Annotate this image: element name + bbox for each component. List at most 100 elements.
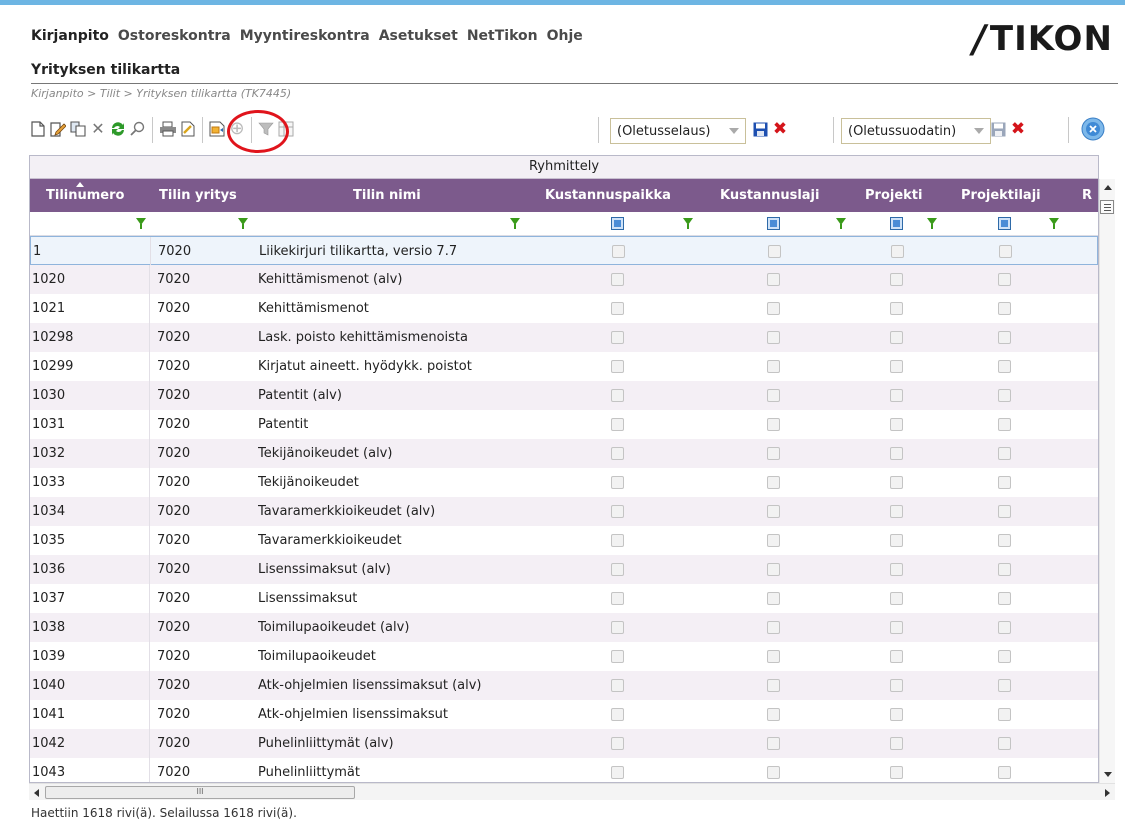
table-row[interactable]: 1035 7020 Tavaramerkkioikeudet xyxy=(30,526,1098,555)
row-checkbox[interactable] xyxy=(998,273,1011,286)
cell-tilin-nimi[interactable]: Lisenssimaksut (alv) xyxy=(258,555,391,584)
filter-icon[interactable] xyxy=(927,218,937,229)
filter-select[interactable]: (Oletussuodatin) xyxy=(841,118,991,144)
cell-tilinumero[interactable]: 1042 xyxy=(30,729,150,758)
row-checkbox[interactable] xyxy=(611,650,624,663)
row-checkbox[interactable] xyxy=(998,592,1011,605)
row-checkbox[interactable] xyxy=(998,476,1011,489)
horizontal-scrollbar[interactable]: III xyxy=(29,783,1115,800)
cell-tilin-yritys[interactable]: 7020 xyxy=(157,410,190,439)
cell-tilinumero[interactable]: 10299 xyxy=(30,352,150,381)
vertical-scrollbar[interactable] xyxy=(1099,179,1115,783)
cell-tilin-nimi[interactable]: Liikekirjuri tilikartta, versio 7.7 xyxy=(259,237,457,266)
refresh-icon[interactable] xyxy=(109,120,127,138)
row-checkbox[interactable] xyxy=(611,360,624,373)
row-checkbox[interactable] xyxy=(767,592,780,605)
table-row[interactable]: 1033 7020 Tekijänoikeudet xyxy=(30,468,1098,497)
cell-tilin-nimi[interactable]: Atk-ohjelmien lisenssimaksut xyxy=(258,700,448,729)
table-row[interactable]: 1034 7020 Tavaramerkkioikeudet (alv) xyxy=(30,497,1098,526)
cell-tilinumero[interactable]: 1021 xyxy=(30,294,150,323)
export-icon[interactable] xyxy=(179,120,197,138)
column-header-tilin-nimi[interactable]: Tilin nimi xyxy=(353,179,421,212)
cell-tilinumero[interactable]: 1 xyxy=(31,237,151,266)
cell-tilin-yritys[interactable]: 7020 xyxy=(157,700,190,729)
cell-tilinumero[interactable]: 1038 xyxy=(30,613,150,642)
table-row[interactable]: 1 7020 Liikekirjuri tilikartta, versio 7.7 xyxy=(30,236,1098,266)
column-header-projekti[interactable]: Projekti xyxy=(865,179,922,212)
cell-tilin-nimi[interactable]: Kehittämismenot xyxy=(258,294,369,323)
filter-icon[interactable] xyxy=(836,218,846,229)
row-checkbox[interactable] xyxy=(611,563,624,576)
table-row[interactable]: 1031 7020 Patentit xyxy=(30,410,1098,439)
row-checkbox[interactable] xyxy=(890,505,903,518)
row-checkbox[interactable] xyxy=(890,592,903,605)
table-row[interactable]: 1030 7020 Patentit (alv) xyxy=(30,381,1098,410)
menu-ohje[interactable]: Ohje xyxy=(547,28,583,44)
row-checkbox[interactable] xyxy=(767,650,780,663)
row-checkbox[interactable] xyxy=(998,302,1011,315)
cell-tilin-yritys[interactable]: 7020 xyxy=(157,584,190,613)
menu-ostoreskontra[interactable]: Ostoreskontra xyxy=(118,28,231,44)
row-checkbox[interactable] xyxy=(611,766,624,779)
cell-tilinumero[interactable]: 1035 xyxy=(30,526,150,555)
row-checkbox[interactable] xyxy=(767,737,780,750)
column-chooser-icon[interactable] xyxy=(1100,200,1114,214)
column-header-partial[interactable]: R xyxy=(1082,179,1092,212)
row-checkbox[interactable] xyxy=(611,592,624,605)
cell-tilinumero[interactable]: 1041 xyxy=(30,700,150,729)
row-checkbox[interactable] xyxy=(890,766,903,779)
row-checkbox[interactable] xyxy=(890,418,903,431)
cell-tilin-yritys[interactable]: 7020 xyxy=(157,729,190,758)
cell-tilin-yritys[interactable]: 7020 xyxy=(158,237,191,266)
cell-tilin-yritys[interactable]: 7020 xyxy=(157,265,190,294)
row-checkbox[interactable] xyxy=(890,534,903,547)
row-checkbox[interactable] xyxy=(998,766,1011,779)
row-checkbox[interactable] xyxy=(998,650,1011,663)
filter-icon[interactable] xyxy=(510,218,520,229)
scroll-right-icon[interactable] xyxy=(1105,789,1110,797)
row-checkbox[interactable] xyxy=(611,621,624,634)
table-row[interactable]: 1039 7020 Toimilupaoikeudet xyxy=(30,642,1098,671)
cell-tilin-nimi[interactable]: Tekijänoikeudet xyxy=(258,468,359,497)
cell-tilin-yritys[interactable]: 7020 xyxy=(157,613,190,642)
row-checkbox[interactable] xyxy=(611,389,624,402)
row-checkbox[interactable] xyxy=(998,708,1011,721)
cell-tilinumero[interactable]: 10298 xyxy=(30,323,150,352)
row-checkbox[interactable] xyxy=(998,447,1011,460)
table-row[interactable]: 1036 7020 Lisenssimaksut (alv) xyxy=(30,555,1098,584)
row-checkbox[interactable] xyxy=(998,331,1011,344)
row-checkbox[interactable] xyxy=(998,563,1011,576)
close-icon[interactable] xyxy=(1081,117,1105,141)
table-row[interactable]: 1032 7020 Tekijänoikeudet (alv) xyxy=(30,439,1098,468)
cell-tilin-nimi[interactable]: Lisenssimaksut xyxy=(258,584,357,613)
search-icon[interactable] xyxy=(129,120,147,138)
cell-tilin-yritys[interactable]: 7020 xyxy=(157,642,190,671)
row-checkbox[interactable] xyxy=(767,273,780,286)
group-icon[interactable] xyxy=(208,120,226,138)
cell-tilin-nimi[interactable]: Kirjatut aineett. hyödykk. poistot xyxy=(258,352,472,381)
row-checkbox[interactable] xyxy=(767,447,780,460)
row-checkbox[interactable] xyxy=(611,418,624,431)
column-header-kustannuspaikka[interactable]: Kustannuspaikka xyxy=(545,179,671,212)
column-header-tilin-yritys[interactable]: Tilin yritys xyxy=(159,179,237,212)
row-checkbox[interactable] xyxy=(611,505,624,518)
row-checkbox[interactable] xyxy=(767,389,780,402)
row-checkbox[interactable] xyxy=(767,418,780,431)
cell-tilin-nimi[interactable]: Lask. poisto kehittämismenoista xyxy=(258,323,468,352)
delete-filter-icon[interactable]: ✖ xyxy=(1009,120,1027,138)
filter-icon[interactable] xyxy=(238,218,248,229)
row-checkbox[interactable] xyxy=(611,302,624,315)
column-header-tilinumero[interactable]: Tilinumero xyxy=(46,179,124,212)
row-checkbox[interactable] xyxy=(890,708,903,721)
cell-tilin-yritys[interactable]: 7020 xyxy=(157,439,190,468)
row-checkbox[interactable] xyxy=(998,418,1011,431)
cell-tilin-nimi[interactable]: Toimilupaoikeudet xyxy=(258,642,376,671)
cell-tilin-nimi[interactable]: Kehittämismenot (alv) xyxy=(258,265,402,294)
cell-tilin-yritys[interactable]: 7020 xyxy=(157,671,190,700)
delete-view-icon[interactable]: ✖ xyxy=(771,120,789,138)
row-checkbox[interactable] xyxy=(611,447,624,460)
row-checkbox[interactable] xyxy=(998,389,1011,402)
row-checkbox[interactable] xyxy=(998,737,1011,750)
filter-icon[interactable] xyxy=(1049,218,1059,229)
cell-tilin-yritys[interactable]: 7020 xyxy=(157,468,190,497)
